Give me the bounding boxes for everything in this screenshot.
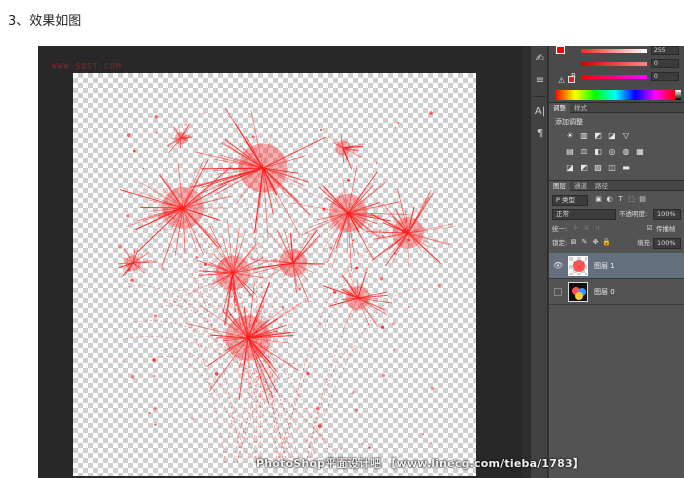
photoshop-window: WWW.58ST.COM ✍ ≡ A| ¶ 255 0 B 0	[38, 46, 684, 478]
gradient-map-icon[interactable]: ▬	[621, 163, 631, 173]
lock-pixels-icon[interactable]: ✎	[580, 238, 589, 247]
propagate-checkbox-icon[interactable]: ☑	[645, 224, 654, 233]
gamut-swatch[interactable]	[568, 76, 575, 83]
adjustments-tabbar: 调整 样式	[549, 103, 684, 113]
fill-label: 填充:	[637, 239, 653, 247]
color-slider-mid[interactable]: 0	[571, 59, 681, 69]
collapsed-panel-strip: ✍ ≡ A| ¶	[530, 46, 548, 478]
lock-position-icon[interactable]: ✥	[591, 238, 600, 247]
gamut-warning-icon: ⚠	[558, 76, 566, 85]
layer-0-thumbnail	[568, 282, 588, 302]
posterize-icon[interactable]: ◩	[579, 163, 589, 173]
adjustments-title: 添加调整	[555, 118, 583, 126]
layer-name: 图层 0	[594, 288, 615, 296]
tab-layers[interactable]: 图层	[549, 181, 570, 191]
color-slider-b[interactable]: B 0	[571, 72, 681, 82]
filter-shape-icon[interactable]: ⬚	[627, 195, 636, 204]
adjustments-row-3: ◪ ◩ ▨ ◫ ▬	[565, 163, 631, 173]
canvas-scrollbar[interactable]	[522, 46, 530, 478]
pen-brush-icon[interactable]: ✍	[531, 48, 549, 70]
tab-paths[interactable]: 路径	[591, 181, 612, 191]
watermark-bottom: PhotoShop平面设计吧 【www.linecg.com/tieba/178…	[256, 457, 585, 470]
hue-saturation-icon[interactable]: ▤	[565, 147, 575, 157]
tab-styles[interactable]: 样式	[570, 103, 591, 113]
tool-separator	[533, 96, 545, 97]
filter-adjust-icon[interactable]: ◐	[605, 195, 614, 204]
canvas-workspace[interactable]: WWW.58ST.COM	[38, 46, 522, 478]
brightness-icon[interactable]: ☀	[565, 131, 575, 141]
black-white-icon[interactable]: ◧	[593, 147, 603, 157]
adjustments-row-2: ▤ ⚖ ◧ ◎ ◍ ▦	[565, 147, 645, 157]
channel-mixer-icon[interactable]: ◍	[621, 147, 631, 157]
right-panels: 255 0 B 0 ⚠ 调整样式 添加调整 ☀ ▥ ◩	[549, 46, 684, 478]
layer-row[interactable]: 图层 0	[549, 279, 684, 305]
slider-top-value[interactable]: 255	[651, 46, 679, 55]
paragraph-icon[interactable]: ¶	[531, 123, 549, 145]
color-lookup-icon[interactable]: ▦	[635, 147, 645, 157]
fill-field[interactable]: 100%	[653, 238, 681, 249]
layer-name: 图层 1	[594, 262, 615, 270]
adjustments-row-1: ☀ ▥ ◩ ◪ ▽	[565, 131, 631, 141]
layers-panel: 图层 通道 路径 P 类型 ▣ ◐ T ⬚ ▤ 正常 不透明度: 100% 统一: …	[549, 180, 684, 478]
photo-filter-icon[interactable]: ◎	[607, 147, 617, 157]
foreground-swatch[interactable]	[556, 46, 565, 54]
unify-label: 统一:	[552, 225, 568, 233]
character-icon[interactable]: A|	[531, 101, 549, 123]
fireworks-artwork	[118, 108, 457, 464]
visibility-toggle[interactable]	[554, 288, 562, 296]
lock-transparency-icon[interactable]: ⊠	[569, 238, 578, 247]
levels-icon[interactable]: ▥	[579, 131, 589, 141]
propagate-label: 传播帧	[656, 225, 676, 233]
threshold-icon[interactable]: ▨	[593, 163, 603, 173]
exposure-icon[interactable]: ◪	[607, 131, 617, 141]
unify-style-icon[interactable]: ⁖	[593, 224, 602, 233]
blend-mode-select[interactable]: 正常	[552, 209, 616, 220]
filter-smart-icon[interactable]: ▤	[638, 195, 647, 204]
lock-label: 锁定:	[552, 239, 568, 247]
watermark-top: WWW.58ST.COM	[52, 62, 122, 71]
lock-all-icon[interactable]: 🔒	[602, 238, 611, 247]
document-canvas[interactable]	[73, 73, 476, 476]
selective-color-icon[interactable]: ◫	[607, 163, 617, 173]
layer-1-thumbnail	[568, 256, 588, 276]
unify-visibility-icon[interactable]: ⁙	[582, 224, 591, 233]
page-heading: 3、效果如图	[8, 14, 82, 29]
filter-type-icon[interactable]: T	[616, 195, 625, 204]
tab-channels[interactable]: 通道	[570, 181, 591, 191]
color-panel: 255 0 B 0 ⚠	[549, 46, 684, 102]
opacity-field[interactable]: 100%	[653, 209, 681, 220]
adjust-icon[interactable]: ≡	[531, 70, 549, 92]
color-spectrum[interactable]	[555, 90, 681, 100]
color-balance-icon[interactable]: ⚖	[579, 147, 589, 157]
slider-mid-value[interactable]: 0	[651, 59, 679, 68]
color-slider-top[interactable]: 255	[571, 46, 681, 56]
opacity-label: 不透明度:	[619, 210, 648, 218]
layer-row[interactable]: 👁 图层 1	[549, 253, 684, 279]
slider-b-value[interactable]: 0	[651, 72, 679, 81]
layer-filter-select[interactable]: P 类型	[552, 195, 588, 206]
adjustments-panel: 调整 样式 添加调整 ☀ ▥ ◩ ◪ ▽ ▤ ⚖ ◧ ◎ ◍ ▦ ◪ ◩ ▨ ◫…	[549, 102, 684, 178]
curves-icon[interactable]: ◩	[593, 131, 603, 141]
layers-tabbar: 图层 通道 路径	[549, 181, 684, 191]
invert-icon[interactable]: ◪	[565, 163, 575, 173]
tab-adjustments[interactable]: 调整	[549, 103, 570, 113]
filter-pixel-icon[interactable]: ▣	[594, 195, 603, 204]
unify-position-icon[interactable]: ⁘	[571, 224, 580, 233]
eye-icon[interactable]: 👁	[553, 261, 563, 271]
vibrance-icon[interactable]: ▽	[621, 131, 631, 141]
